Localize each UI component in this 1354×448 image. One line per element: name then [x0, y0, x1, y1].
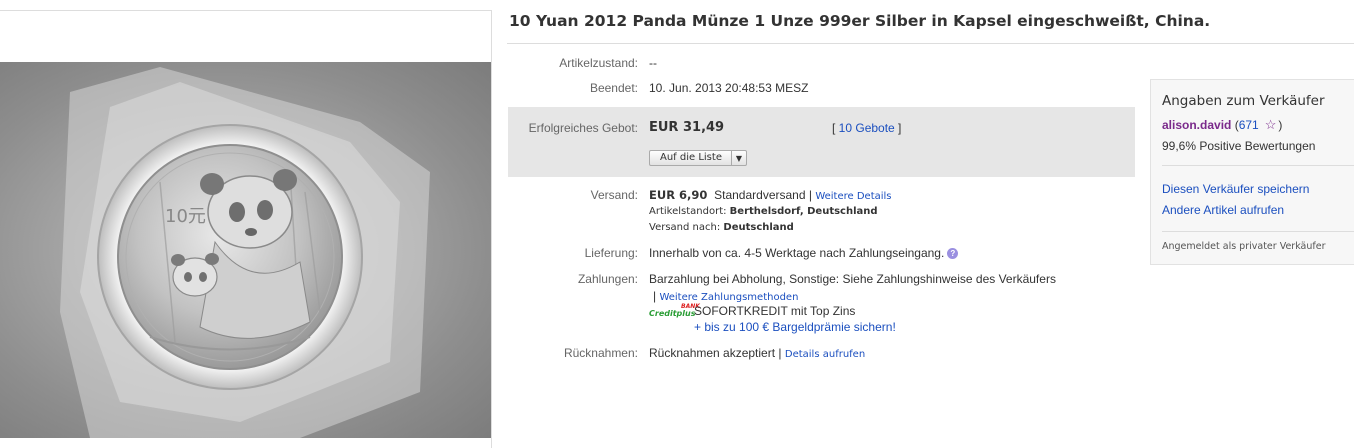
shipping-separator: |: [805, 188, 816, 202]
shipping-details-link[interactable]: Weitere Details: [815, 191, 891, 202]
bid-history-link[interactable]: 10 Gebote: [839, 121, 895, 135]
bid-price: EUR 31,49: [649, 120, 725, 135]
listing-title: 10 Yuan 2012 Panda Münze 1 Unze 999er Si…: [509, 12, 1211, 30]
shipping-row: Versand: EUR 6,90 Standardversand | Weit…: [508, 188, 1138, 238]
shipping-label: Versand:: [590, 188, 638, 202]
other-items-link[interactable]: Andere Artikel aufrufen: [1162, 203, 1284, 217]
delivery-label: Lieferung:: [584, 246, 638, 260]
seller-name-line: alison.david (671 ☆): [1162, 117, 1282, 133]
score-open: (: [1231, 118, 1239, 132]
returns-details-link[interactable]: Details aufrufen: [785, 349, 865, 360]
ships-to: Versand nach: Deutschland: [649, 222, 794, 233]
winning-bid-box: Erfolgreiches Gebot: EUR 31,49 [ 10 Gebo…: [508, 107, 1135, 177]
creditplus-logo[interactable]: Creditplus BANK: [649, 303, 700, 318]
coin-denomination: 10元: [165, 206, 206, 227]
help-icon[interactable]: ?: [947, 248, 959, 259]
returns-row: Rücknahmen: Rücknahmen akzeptiert | Deta…: [508, 346, 1138, 362]
delivery-value: Innerhalb von ca. 4-5 Werktage nach Zahl…: [649, 246, 945, 260]
payment-value: Barzahlung bei Abholung, Sonstige: Siehe…: [649, 272, 1056, 286]
returns-label: Rücknahmen:: [563, 346, 638, 360]
seller-heading: Angaben zum Verkäufer: [1162, 93, 1325, 109]
shipping-method: Standardversand: [714, 188, 806, 202]
chevron-down-icon[interactable]: ▼: [730, 151, 746, 165]
save-seller-link[interactable]: Diesen Verkäufer speichern: [1162, 182, 1309, 196]
positive-feedback: 99,6% Positive Bewertungen: [1162, 139, 1316, 153]
returns-value: Rücknahmen akzeptiert: [649, 346, 776, 360]
title-divider: [507, 43, 1354, 44]
creditplus-logo-text: Creditplus: [649, 309, 696, 318]
delivery-row: Lieferung: Innerhalb von ca. 4-5 Werktag…: [508, 246, 1138, 262]
seller-divider-2: [1162, 231, 1354, 232]
shipping-info: EUR 6,90 Standardversand | Weitere Detai…: [649, 188, 892, 202]
item-location: Artikelstandort: Berthelsdorf, Deutschla…: [649, 206, 878, 217]
bid-count: [ 10 Gebote ]: [832, 121, 901, 135]
feedback-score[interactable]: 671: [1239, 118, 1259, 132]
ended-row: Beendet: 10. Jun. 2013 20:48:53 MESZ: [508, 81, 1138, 97]
ships-to-label: Versand nach:: [649, 222, 721, 233]
private-seller-note: Angemeldet als privater Verkäufer: [1162, 241, 1326, 252]
seller-divider: [1162, 165, 1354, 166]
cash-bonus-link[interactable]: + bis zu 100 € Bargeldprämie sichern!: [694, 320, 896, 334]
payment-more-line: | Weitere Zahlungsmethoden: [653, 289, 798, 303]
ended-label: Beendet:: [589, 81, 638, 95]
star-icon[interactable]: ☆: [1265, 117, 1277, 133]
bid-count-close: ]: [894, 121, 902, 135]
delivery-info: Innerhalb von ca. 4-5 Werktage nach Zahl…: [649, 246, 959, 260]
condition-row: Artikelzustand: --: [508, 56, 1138, 72]
payment-label: Zahlungen:: [577, 272, 638, 286]
condition-value: --: [649, 56, 657, 70]
returns-separator: |: [775, 346, 785, 360]
more-payment-methods-link[interactable]: Weitere Zahlungsmethoden: [659, 292, 798, 303]
bid-label: Erfolgreiches Gebot:: [528, 121, 638, 135]
payment-row: Zahlungen: Barzahlung bei Abholung, Sons…: [508, 272, 1138, 340]
sofortkredit-text[interactable]: SOFORTKREDIT mit Top Zins: [694, 304, 855, 318]
condition-label: Artikelzustand:: [559, 56, 638, 70]
location-label: Artikelstandort:: [649, 206, 727, 217]
seller-info-box: Angaben zum Verkäufer alison.david (671 ☆…: [1150, 79, 1354, 265]
watchlist-button-label: Auf die Liste: [660, 152, 722, 163]
bid-count-open: [: [832, 121, 839, 135]
add-to-watchlist-button[interactable]: Auf die Liste ▼: [649, 150, 747, 166]
shipping-price: EUR 6,90: [649, 188, 708, 202]
ships-to-value: Deutschland: [723, 222, 794, 233]
score-close: ): [1278, 118, 1283, 132]
ended-value: 10. Jun. 2013 20:48:53 MESZ: [649, 81, 809, 95]
returns-info: Rücknahmen akzeptiert | Details aufrufen: [649, 346, 865, 360]
seller-username[interactable]: alison.david: [1162, 118, 1231, 132]
item-photo[interactable]: 10元: [0, 62, 491, 438]
location-value: Berthelsdorf, Deutschland: [729, 206, 878, 217]
